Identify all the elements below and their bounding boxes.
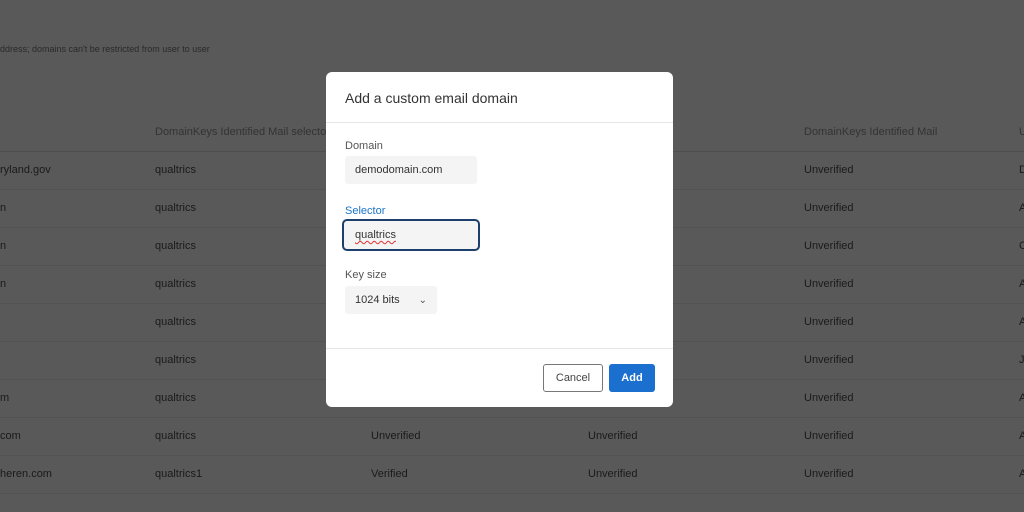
- header-user: U: [1019, 126, 1024, 138]
- row-selector: qualtrics: [155, 316, 196, 328]
- row-selector: qualtrics: [155, 430, 196, 442]
- header-dkim-selector: DomainKeys Identified Mail selector: [155, 126, 330, 138]
- row-domain: m: [0, 392, 10, 404]
- row-status-b: Unverified: [588, 430, 638, 442]
- row-dkim-status: Unverified: [804, 202, 854, 214]
- row-selector: qualtrics: [155, 392, 196, 404]
- row-domain: com: [0, 430, 21, 442]
- keysize-value: 1024 bits: [355, 294, 400, 306]
- row-selector: qualtrics: [155, 202, 196, 214]
- chevron-down-icon: ⌄: [418, 294, 427, 306]
- row-dkim-status: Unverified: [804, 278, 854, 290]
- row-selector: qualtrics: [155, 240, 196, 252]
- row-dkim-status: Unverified: [804, 392, 854, 404]
- row-domain: ryland.gov: [0, 164, 51, 176]
- header-dkim: DomainKeys Identified Mail: [804, 126, 938, 138]
- row-status-a: Verified: [371, 468, 408, 480]
- row-domain: heren.com: [0, 468, 52, 480]
- row-status-a: Unverified: [371, 430, 421, 442]
- row-selector: qualtrics1: [155, 468, 203, 480]
- selector-label: Selector: [345, 205, 386, 217]
- divider: [326, 348, 673, 349]
- row-dkim-status: Unverified: [804, 316, 854, 328]
- row-dkim-status: Unverified: [804, 354, 854, 366]
- table-row[interactable]: com qualtrics Unverified Unverified Unverifi…: [0, 418, 1024, 456]
- keysize-label: Key size: [345, 269, 387, 281]
- row-user: A: [1019, 392, 1024, 404]
- domain-input[interactable]: demodomain.com: [345, 156, 477, 184]
- domain-value: demodomain.com: [355, 164, 443, 176]
- row-user: C: [1019, 240, 1024, 252]
- row-user: A: [1019, 278, 1024, 290]
- row-user: A: [1019, 202, 1024, 214]
- row-user: A: [1019, 316, 1024, 328]
- row-status-b: Unverified: [588, 468, 638, 480]
- row-domain: n: [0, 202, 7, 214]
- row-dkim-status: Unverified: [804, 468, 854, 480]
- row-domain: n: [0, 278, 7, 290]
- domain-note: ddress; domains can't be restricted from…: [0, 44, 210, 54]
- row-selector: qualtrics: [155, 164, 196, 176]
- row-domain: n: [0, 240, 7, 252]
- row-user: A: [1019, 468, 1024, 480]
- row-selector: qualtrics: [155, 278, 196, 290]
- divider: [326, 122, 673, 123]
- selector-input[interactable]: qualtrics: [342, 219, 480, 251]
- domain-label: Domain: [345, 140, 383, 152]
- cancel-button[interactable]: Cancel: [543, 364, 603, 392]
- row-user: D: [1019, 164, 1024, 176]
- row-dkim-status: Unverified: [804, 240, 854, 252]
- row-selector: qualtrics: [155, 354, 196, 366]
- row-user: J: [1019, 354, 1024, 366]
- selector-value: qualtrics: [355, 229, 396, 241]
- row-dkim-status: Unverified: [804, 164, 854, 176]
- row-dkim-status: Unverified: [804, 430, 854, 442]
- row-user: A: [1019, 430, 1024, 442]
- dialog-title: Add a custom email domain: [345, 90, 518, 106]
- add-domain-dialog: Add a custom email domain Domain demodom…: [326, 72, 673, 407]
- add-button[interactable]: Add: [609, 364, 655, 392]
- keysize-select[interactable]: 1024 bits ⌄: [345, 286, 437, 314]
- table-row[interactable]: heren.com qualtrics1 Verified Unverified Unv…: [0, 456, 1024, 494]
